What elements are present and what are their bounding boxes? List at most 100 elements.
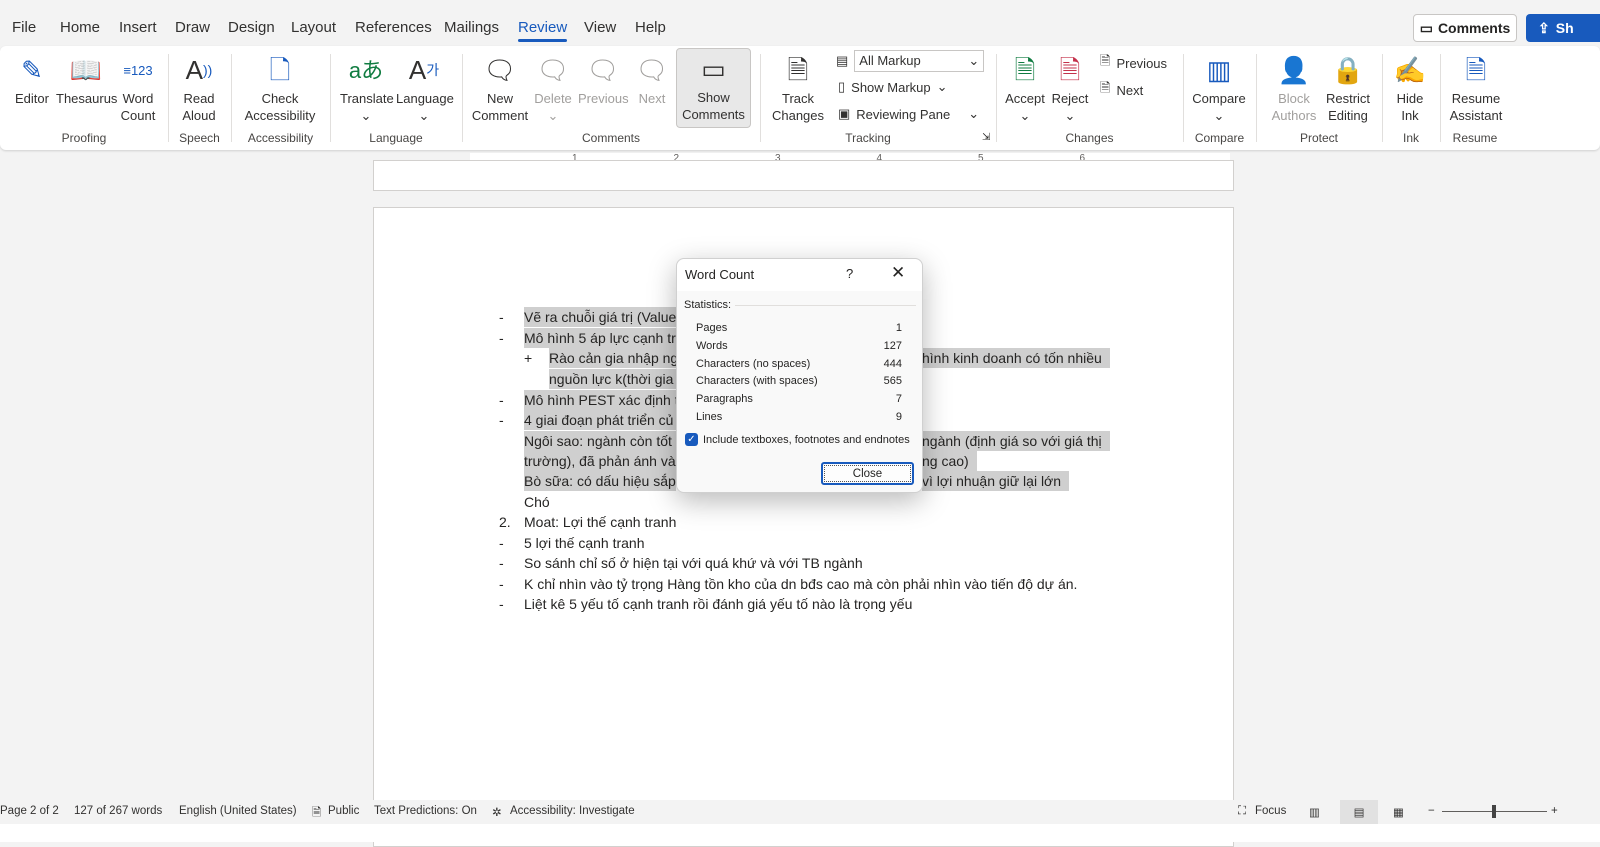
document-line[interactable]: Liệt kê 5 yếu tố cạnh tranh rồi đánh giá… (524, 594, 912, 614)
reject-button[interactable]: 🗎 Reject ⌄ (1050, 50, 1090, 124)
read-aloud-button[interactable]: A)) Read Aloud (178, 50, 220, 124)
document-line-continuation[interactable]: ngành (định giá so với giá thị (922, 431, 1110, 451)
list-marker: + (524, 350, 533, 366)
group-label-comments: Comments (581, 131, 640, 145)
share-icon: ⇪ (1538, 19, 1550, 36)
new-comment-button[interactable]: 🗨 New Comment (470, 50, 530, 124)
document-line-continuation[interactable]: hình kinh doanh có tốn nhiều (922, 348, 1110, 368)
list-marker: - (499, 576, 504, 592)
document-line-continuation[interactable]: ng cao) (922, 451, 977, 471)
document-line[interactable]: Mô hình 5 áp lực cạnh tr (524, 328, 676, 348)
close-icon[interactable]: ✕ (891, 263, 905, 283)
share-button[interactable]: ⇪ Sh (1526, 14, 1600, 42)
document-line[interactable]: K chỉ nhìn vào tỷ trọng Hàng tồn kho của… (524, 574, 1077, 594)
hide-ink-button[interactable]: ✍ Hide Ink (1388, 50, 1432, 124)
document-line[interactable]: Chó (524, 492, 550, 512)
document-line[interactable]: 5 lợi thế cạnh tranh (524, 533, 644, 553)
statistics-section: Statistics: (684, 299, 916, 311)
tab-view[interactable]: View (584, 19, 616, 36)
next-comment-button[interactable]: 🗨 Next (632, 50, 672, 107)
show-markup-button[interactable]: ▯ Show Markup ⌄ (838, 79, 948, 95)
markup-select[interactable]: ▤ All Markup ⌄ (836, 50, 985, 72)
word-count-indicator[interactable]: 127 of 267 words (74, 805, 162, 817)
zoom-slider-thumb[interactable] (1492, 805, 1496, 818)
document-line[interactable]: Mô hình PEST xác định t (524, 390, 676, 410)
stat-value: 444 (883, 357, 902, 370)
language-indicator[interactable]: English (United States) (179, 805, 297, 817)
document-line-continuation[interactable]: vì lợi nhuận giữ lại lớn (922, 471, 1070, 491)
document-line[interactable]: Bò sữa: có dấu hiệu sắp (524, 471, 676, 491)
markup-icon: ▤ (836, 53, 849, 68)
read-aloud-icon: A)) (185, 54, 213, 85)
tracking-options-launcher-icon[interactable]: ⇲ (982, 132, 990, 143)
track-changes-button[interactable]: 🗎 Track Changes (766, 50, 830, 124)
tab-references[interactable]: References (355, 19, 432, 36)
previous-change-icon: 🗎 (1100, 53, 1111, 68)
print-layout-icon[interactable]: ▤ (1340, 800, 1378, 824)
tab-review[interactable]: Review (518, 19, 568, 42)
help-button[interactable]: ? (846, 266, 853, 281)
tab-draw[interactable]: Draw (175, 19, 210, 36)
document-line[interactable]: Rào cản gia nhập ng (549, 348, 676, 368)
stat-value: 127 (883, 339, 902, 352)
check-accessibility-button[interactable]: 🗋 Check Accessibility (238, 50, 322, 124)
previous-comment-icon: 🗨 (586, 54, 620, 85)
stat-row: Characters (with spaces) 565 (696, 375, 902, 387)
zoom-in-button[interactable]: + (1551, 805, 1558, 817)
previous-comment-button[interactable]: 🗨 Previous (578, 50, 629, 107)
reviewing-pane-button[interactable]: ▣ Reviewing Pane ⌄ (838, 106, 979, 122)
ink-icon: ✍ (1393, 54, 1427, 85)
thesaurus-button[interactable]: 📖 Thesaurus (56, 50, 117, 107)
focus-button[interactable]: Focus (1255, 805, 1286, 817)
read-mode-icon[interactable]: ▥ (1309, 805, 1320, 819)
delete-comment-icon: 🗨 (536, 54, 570, 85)
restrict-editing-button[interactable]: 🔒 Restrict Editing (1322, 50, 1374, 124)
show-comments-button[interactable]: ▭ Show Comments (676, 48, 751, 128)
delete-comment-button[interactable]: 🗨 Delete ⌄ (532, 50, 574, 124)
web-layout-icon[interactable]: ▦ (1393, 805, 1404, 819)
tab-file[interactable]: File (12, 19, 36, 36)
tab-design[interactable]: Design (228, 19, 275, 36)
sensitivity-indicator[interactable]: Public (328, 805, 359, 817)
tab-insert[interactable]: Insert (119, 19, 157, 36)
accessibility-icon: ✲ (492, 807, 502, 819)
close-button[interactable]: Close (821, 462, 914, 485)
stat-label: Pages (696, 322, 728, 334)
group-label-speech: Speech (179, 131, 220, 145)
comments-button[interactable]: ▭ Comments (1413, 14, 1517, 42)
tab-mailings[interactable]: Mailings (444, 19, 499, 36)
list-marker: - (499, 412, 504, 428)
zoom-out-button[interactable]: − (1428, 805, 1435, 817)
document-line[interactable]: Moat: Lợi thế cạnh tranh (524, 512, 676, 532)
previous-change-button[interactable]: 🗎 Previous (1100, 52, 1167, 74)
language-button[interactable]: A 가 Language ⌄ (396, 50, 454, 124)
previous-page (373, 160, 1234, 191)
stat-label: Words (696, 339, 728, 352)
tab-help[interactable]: Help (635, 19, 666, 36)
page-indicator[interactable]: Page 2 of 2 (0, 805, 59, 817)
document-line[interactable]: So sánh chỉ số ở hiện tại với quá khứ và… (524, 553, 863, 573)
include-textboxes-checkbox[interactable]: ✓ Include textboxes, footnotes and endno… (685, 433, 910, 446)
track-changes-icon: 🗎 (787, 54, 809, 85)
resume-assistant-button[interactable]: 🗎 Resume Assistant (1446, 50, 1506, 124)
accept-button[interactable]: 🗎 Accept ⌄ (1004, 50, 1046, 124)
tab-layout[interactable]: Layout (291, 19, 336, 36)
accessibility-indicator[interactable]: Accessibility: Investigate (510, 805, 635, 817)
group-label-proofing: Proofing (61, 131, 107, 145)
document-line[interactable]: Vẽ ra chuỗi giá trị (Value (524, 307, 676, 327)
editor-button[interactable]: ✎ Editor (10, 50, 54, 107)
editor-pen-icon: ✎ (21, 54, 43, 85)
next-change-button[interactable]: 🗎 Next (1100, 79, 1143, 101)
compare-button[interactable]: ▥ Compare ⌄ (1190, 50, 1248, 124)
document-line[interactable]: nguồn lực k(thời gia (549, 369, 676, 389)
translate-button[interactable]: aあ Translate ⌄ (340, 50, 394, 124)
tab-home[interactable]: Home (60, 19, 100, 36)
block-authors-button[interactable]: 👤 Block Authors (1266, 50, 1322, 124)
document-line[interactable]: trường), đã phản ánh và (524, 451, 676, 471)
resume-icon: 🗎 (1465, 54, 1487, 85)
word-count-button[interactable]: ≡123 Word Count (118, 50, 158, 124)
text-predictions-indicator[interactable]: Text Predictions: On (374, 805, 477, 817)
document-line[interactable]: Ngôi sao: ngành còn tốt (524, 431, 676, 451)
group-label-tracking: Tracking (845, 131, 891, 145)
document-line[interactable]: 4 giai đoạn phát triển củ (524, 410, 676, 430)
